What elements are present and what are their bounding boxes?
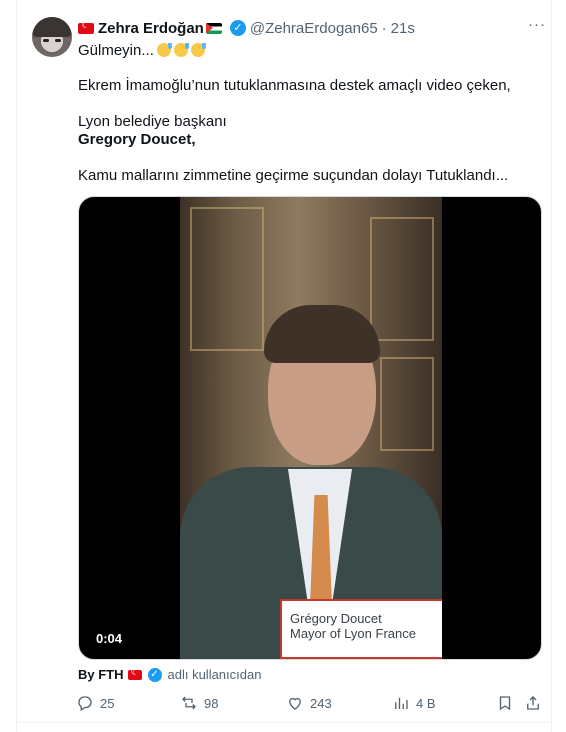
author-name[interactable]: Zehra Erdoğan xyxy=(98,20,204,37)
caption-title: Mayor of Lyon France xyxy=(290,626,416,641)
bookmark-button[interactable] xyxy=(496,694,520,712)
reply-button[interactable]: 25 xyxy=(76,694,114,712)
palestine-flag-icon xyxy=(205,22,222,34)
post-text-line-4: Gregory Doucet, xyxy=(78,131,196,148)
attribution-by[interactable]: By FTH xyxy=(78,667,124,682)
reply-icon xyxy=(78,696,92,711)
post-time[interactable]: 21s xyxy=(391,20,415,37)
more-options-icon[interactable]: ··· xyxy=(528,16,546,33)
video-frame: Grégory Doucet Mayor of Lyon France xyxy=(180,197,442,659)
sweat-smile-emoji-icon xyxy=(173,43,189,57)
like-button[interactable]: 243 xyxy=(286,694,332,712)
post-text-line-3: Lyon belediye başkanı xyxy=(78,113,227,130)
verified-badge-icon[interactable]: ✓ xyxy=(229,20,246,36)
views-chart-icon xyxy=(395,697,408,709)
bookmark-icon xyxy=(499,696,511,711)
views-button[interactable]: 4 B xyxy=(392,694,436,712)
video-attribution[interactable]: By FTH ✓ adlı kullanıcıdan xyxy=(78,667,262,683)
dot-separator: · xyxy=(381,19,387,37)
reply-count: 25 xyxy=(100,695,115,711)
turkey-flag-icon xyxy=(78,20,94,34)
turkey-flag-icon xyxy=(127,667,142,680)
heart-icon xyxy=(289,697,301,710)
post-divider xyxy=(16,722,550,723)
author-handle[interactable]: @ZehraErdogan65 xyxy=(250,20,378,37)
share-icon xyxy=(527,696,539,710)
post-text-line-2: Ekrem İmamoğlu’nun tutuklanmasına destek… xyxy=(78,77,511,94)
sweat-smile-emoji-icon xyxy=(190,43,206,57)
like-count: 243 xyxy=(310,695,332,711)
post-header: Zehra Erdoğan ✓ @ZehraErdogan65 · 21s xyxy=(78,18,415,38)
repost-count: 98 xyxy=(204,695,219,711)
action-bar: 25 98 243 4 B xyxy=(0,694,566,714)
caption-name: Grégory Doucet xyxy=(290,611,382,626)
repost-icon xyxy=(182,696,196,710)
sweat-smile-emoji-icon xyxy=(156,43,172,57)
post-text-line-1: Gülmeyin... xyxy=(78,41,206,61)
views-count: 4 B xyxy=(416,695,436,711)
video-player[interactable]: Grégory Doucet Mayor of Lyon France 0:04 xyxy=(78,196,542,660)
attribution-source: adlı kullanıcıdan xyxy=(167,667,262,682)
post-text-line-5: Kamu mallarını zimmetine geçirme suçunda… xyxy=(78,167,509,184)
verified-badge-icon: ✓ xyxy=(147,667,162,682)
video-caption: Grégory Doucet Mayor of Lyon France xyxy=(280,599,442,659)
share-button[interactable] xyxy=(524,694,548,712)
author-avatar[interactable] xyxy=(32,17,72,57)
video-timestamp: 0:04 xyxy=(91,629,128,648)
repost-button[interactable]: 98 xyxy=(180,694,218,712)
